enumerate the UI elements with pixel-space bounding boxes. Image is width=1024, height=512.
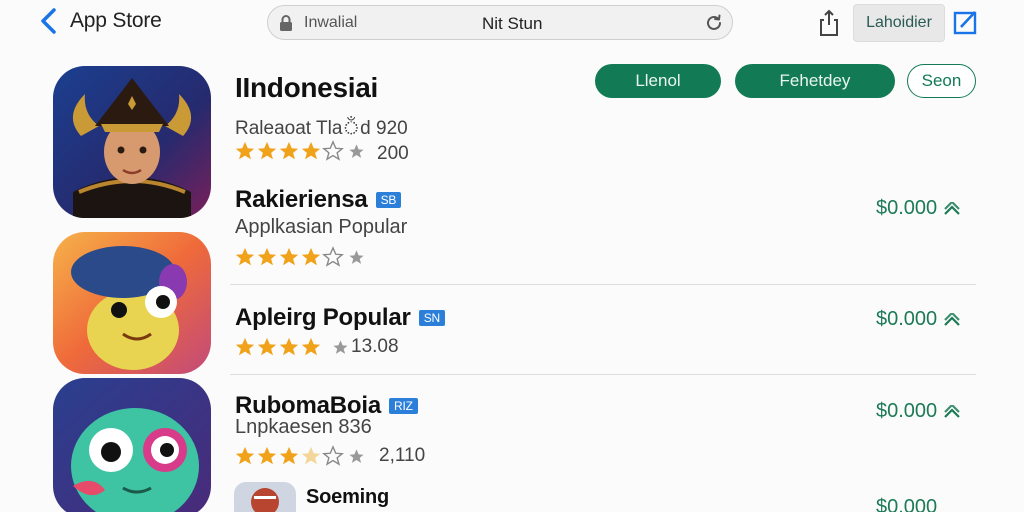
language-button[interactable]: Lahoidier xyxy=(853,4,945,42)
star-icon xyxy=(257,337,277,356)
app-rating-2: 13.08 xyxy=(234,336,399,358)
url-placeholder: Inwalial xyxy=(304,14,358,31)
app-title-4-text: Soeming xyxy=(306,486,390,508)
app-title-2[interactable]: Apleirg Popular SN xyxy=(235,304,445,332)
star-outline-icon xyxy=(322,140,344,161)
hero-button-2[interactable]: Fehetdey xyxy=(735,64,895,98)
app-price-4-text: $0.000 xyxy=(876,496,938,512)
featured-app-title: IIndonesiai xyxy=(235,72,378,103)
app-badge-2: SN xyxy=(418,310,445,326)
star-icon xyxy=(279,446,299,465)
chevron-up-icon xyxy=(944,201,960,215)
star-icon xyxy=(235,446,255,465)
star-outline-icon xyxy=(322,445,344,466)
star-small-icon xyxy=(349,143,364,158)
star-icon xyxy=(301,247,321,266)
app-icon-4[interactable] xyxy=(234,482,296,512)
app-subtitle-3: Lnpkaesen 836 xyxy=(235,416,372,438)
app-price-1-text: $0.000 xyxy=(876,197,938,219)
app-price-4[interactable]: $0.000 xyxy=(876,496,937,512)
star-outline-icon xyxy=(322,246,344,267)
url-value: Nit Stun xyxy=(482,14,543,33)
app-price-2-text: $0.000 xyxy=(876,308,938,330)
divider xyxy=(230,284,976,285)
share-icon[interactable] xyxy=(818,8,840,38)
star-icon xyxy=(235,247,255,266)
lock-icon xyxy=(280,15,292,31)
app-rating-1 xyxy=(234,246,365,268)
app-price-1[interactable]: $0.000 xyxy=(876,197,961,220)
app-title-2-text: Apleirg Popular xyxy=(235,304,411,331)
app-rating-count-2: 13.08 xyxy=(351,336,399,357)
chevron-up-icon xyxy=(944,312,960,326)
app-subtitle-1: Applkasian Popular xyxy=(235,216,408,238)
star-icon xyxy=(257,247,277,266)
reload-icon[interactable] xyxy=(704,13,724,33)
back-button[interactable]: App Store xyxy=(36,6,162,36)
hero-button-1[interactable]: Llenol xyxy=(595,64,721,98)
star-icon xyxy=(279,247,299,266)
hero-button-3[interactable]: Seon xyxy=(907,64,976,98)
app-rating-3: 2,110 xyxy=(234,445,425,467)
app-price-3[interactable]: $0.000 xyxy=(876,400,961,423)
app-badge-1: SB xyxy=(375,192,402,208)
star-icon xyxy=(279,141,299,160)
back-label: App Store xyxy=(70,9,162,32)
edit-icon[interactable] xyxy=(953,8,979,36)
star-icon xyxy=(257,141,277,160)
star-small-icon xyxy=(333,339,348,354)
featured-rating xyxy=(234,140,365,162)
top-bar: App Store Inwalial Nit Stun Lahoidier xyxy=(0,0,1024,46)
app-title-1-text: Rakieriensa xyxy=(235,186,368,213)
divider xyxy=(230,374,976,375)
featured-app-icon[interactable] xyxy=(53,66,211,218)
app-title-4[interactable]: Soeming xyxy=(306,486,389,509)
star-icon xyxy=(301,141,321,160)
star-icon xyxy=(301,337,321,356)
star-small-icon xyxy=(349,249,364,264)
app-icon-3[interactable] xyxy=(53,378,211,512)
star-small-icon xyxy=(349,448,364,463)
app-price-2[interactable]: $0.000 xyxy=(876,308,961,331)
app-badge-3: RIZ xyxy=(389,398,418,414)
url-bar[interactable]: Inwalial Nit Stun xyxy=(267,5,733,40)
star-half-icon xyxy=(301,446,321,465)
chevron-left-icon xyxy=(41,8,56,34)
app-rating-count-3: 2,110 xyxy=(379,445,426,466)
star-icon xyxy=(235,141,255,160)
star-icon xyxy=(235,337,255,356)
star-icon xyxy=(279,337,299,356)
app-price-3-text: $0.000 xyxy=(876,400,938,422)
chevron-up-icon xyxy=(944,404,960,418)
app-title-1[interactable]: Rakieriensa SB xyxy=(235,186,402,214)
featured-rating-count: 200 xyxy=(377,143,409,164)
app-icon-1[interactable] xyxy=(53,232,211,374)
star-icon xyxy=(257,446,277,465)
